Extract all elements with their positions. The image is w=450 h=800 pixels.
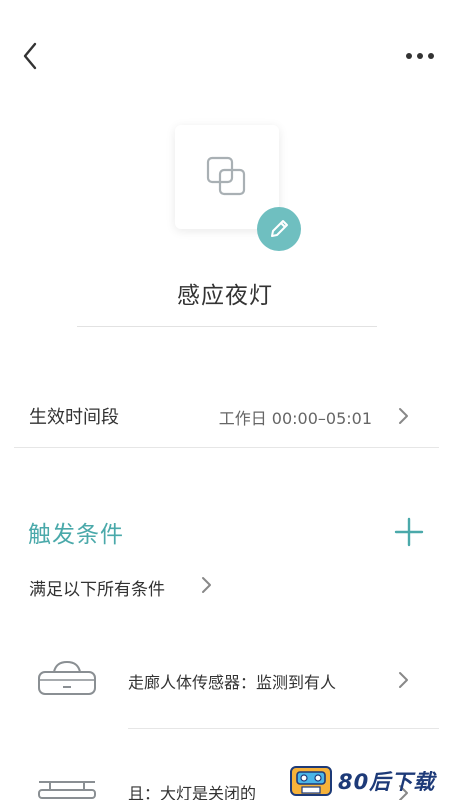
back-button[interactable]	[14, 38, 46, 74]
watermark-text: 80后下载	[338, 770, 436, 794]
scene-overlap-squares-icon	[206, 156, 246, 196]
chevron-right-icon	[202, 577, 211, 593]
ceiling-light-icon	[38, 781, 96, 799]
top-bar	[0, 0, 450, 110]
more-options-button[interactable]	[402, 42, 438, 70]
edit-scene-button[interactable]	[257, 207, 301, 251]
effective-time-label: 生效时间段	[29, 407, 119, 428]
condition-text: 走廊人体传感器：监测到有人	[128, 673, 337, 692]
effective-time-value: 工作日 00:00–05:01	[218, 409, 372, 428]
chevron-left-icon	[23, 42, 37, 70]
plus-icon[interactable]	[394, 517, 424, 547]
pencil-icon	[271, 220, 288, 237]
effective-time-row[interactable]: 生效时间段 工作日 00:00–05:01	[0, 385, 450, 445]
condition-text: 且：大灯是关闭的	[128, 784, 257, 800]
divider	[14, 447, 439, 448]
watermark-logo: 80后下载	[290, 762, 450, 800]
condition-mode-selector[interactable]: 满足以下所有条件	[29, 575, 165, 600]
motion-sensor-icon	[38, 660, 96, 695]
chevron-right-icon	[399, 672, 408, 688]
cassette-logo-icon	[290, 766, 332, 796]
condition-item[interactable]: 走廊人体传感器：监测到有人	[0, 636, 450, 726]
chevron-right-icon	[399, 408, 408, 424]
scene-name-underline	[77, 326, 377, 327]
more-horizontal-icon	[406, 53, 434, 59]
divider	[128, 728, 439, 729]
trigger-section-title: 触发条件	[28, 522, 124, 548]
scene-name[interactable]: 感应夜灯	[0, 276, 450, 310]
